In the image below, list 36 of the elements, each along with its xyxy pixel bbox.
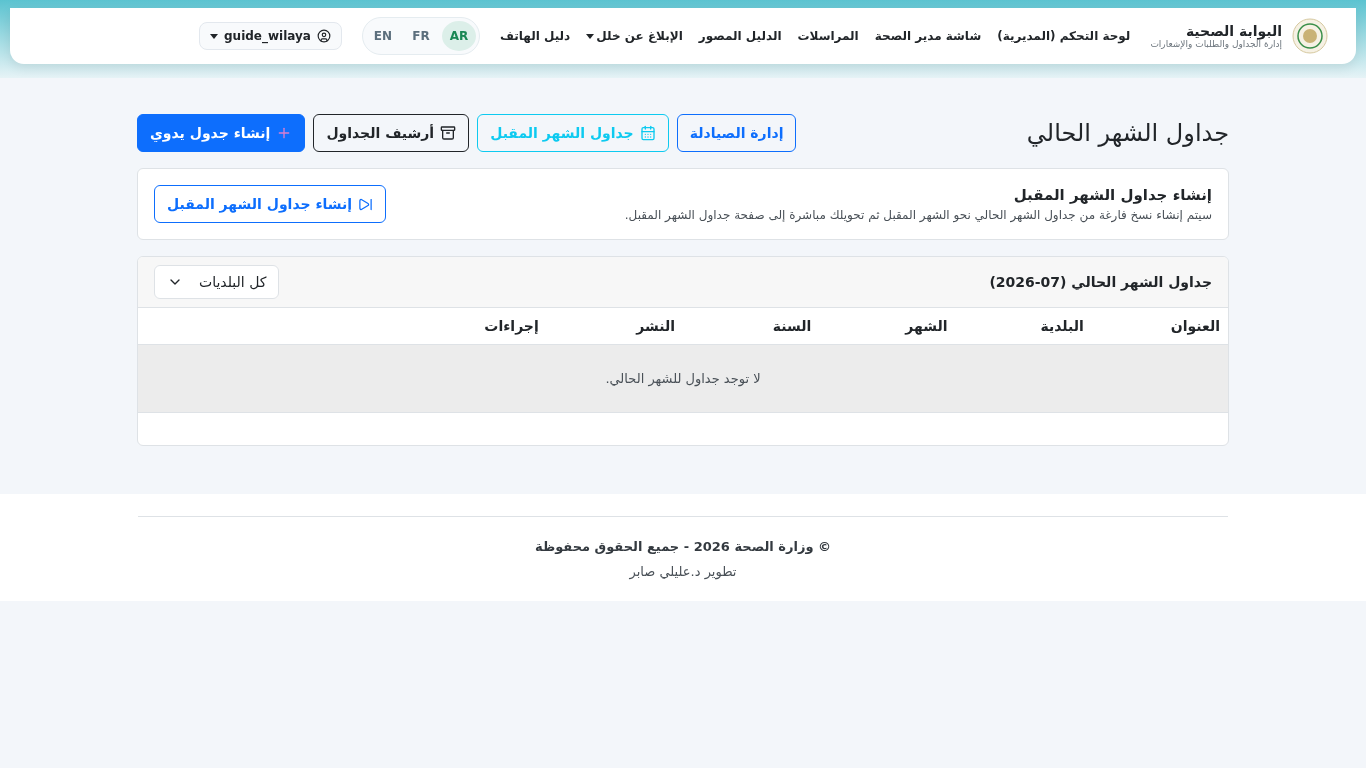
language-button[interactable]: FR (403, 21, 438, 51)
column-header: البلدية (955, 308, 1092, 345)
credit-text: تطوير د.عليلي صابر (629, 563, 737, 579)
column-header: النشر (546, 308, 683, 345)
municipality-select[interactable]: كل البلديات (154, 265, 280, 299)
create-next-month-button[interactable]: إنشاء جداول الشهر المقبل (154, 185, 387, 223)
page-title: جداول الشهر الحالي (1026, 119, 1229, 147)
user-icon (316, 29, 331, 43)
brand-subtitle: إدارة الجداول والطلبات والإشعارات (1150, 39, 1282, 49)
empty-message: لا توجد جداول للشهر الحالي. (138, 344, 1228, 413)
emblem-icon (1292, 18, 1328, 54)
card-title: جداول الشهر الحالي (07-2026) (989, 274, 1212, 290)
column-header: العنوان (1091, 308, 1228, 345)
archive-icon (440, 125, 457, 141)
column-header: إجراءات (138, 308, 547, 345)
language-button[interactable]: EN (365, 21, 400, 51)
brand-title: البوابة الصحية (1185, 23, 1282, 39)
action-button[interactable]: إدارة الصيادلة (676, 114, 797, 152)
calendar-icon (639, 125, 656, 141)
user-menu-button[interactable]: guide_wilaya (199, 22, 342, 50)
card-title: إنشاء جداول الشهر المقبل (1012, 186, 1212, 204)
language-button[interactable]: AR (441, 21, 476, 51)
nav-link[interactable]: لوحة التحكم (المديرية) (997, 29, 1131, 43)
caret-icon (210, 33, 219, 39)
nav-link[interactable]: دليل الهاتف (499, 29, 571, 43)
card-description: سيتم إنشاء نسخ فارغة من جداول الشهر الحالي نحو الشهر المقبل ثم تحويلك مباشرة إلى صفحة جداول الشهر المقبل. (624, 208, 1212, 222)
column-header: الشهر (819, 308, 956, 345)
action-button[interactable]: إنشاء جدول يدوي (137, 114, 306, 152)
copyright-text: © وزارة الصحة 2026 - جميع الحقوق محفوظة (535, 538, 831, 554)
skip-forward-icon (358, 196, 374, 212)
nav-link[interactable]: الإبلاغ عن خلل (586, 29, 683, 43)
nav-link[interactable]: شاشة مدير الصحة (874, 29, 982, 43)
nav-link[interactable]: المراسلات (797, 29, 859, 43)
column-header: السنة (683, 308, 820, 345)
nav-link[interactable]: الدليل المصور (698, 29, 782, 43)
action-button[interactable]: أرشيف الجداول (313, 114, 470, 152)
